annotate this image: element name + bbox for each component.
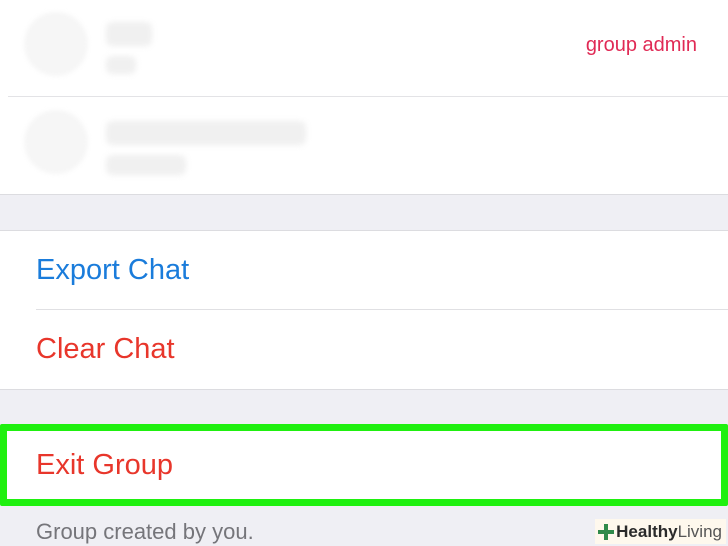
watermark-brand-bold: Healthy	[616, 522, 678, 541]
clear-chat-label: Clear Chat	[36, 333, 175, 365]
group-admin-badge: group admin	[585, 34, 697, 56]
watermark: Healthy Living	[595, 519, 726, 544]
member-avatar	[24, 12, 88, 76]
member-row[interactable]	[0, 97, 728, 194]
member-status-blurred	[106, 155, 186, 175]
watermark-brand-light: Living	[677, 522, 722, 541]
chat-actions-group: Export Chat Clear Chat	[0, 230, 728, 390]
members-list: group admin	[0, 0, 728, 195]
exit-group-label: Exit Group	[36, 449, 173, 481]
member-name-blurred	[106, 121, 306, 145]
member-status-blurred	[106, 56, 136, 74]
member-name-blurred	[106, 22, 152, 46]
group-created-note: Group created by you.	[36, 519, 254, 544]
export-chat-button[interactable]: Export Chat	[0, 231, 728, 309]
clear-chat-button[interactable]: Clear Chat	[0, 310, 728, 388]
plus-cross-icon	[598, 523, 615, 540]
exit-group-button[interactable]: Exit Group	[7, 431, 721, 499]
member-row-admin[interactable]: group admin	[0, 0, 728, 96]
export-chat-label: Export Chat	[36, 254, 190, 286]
member-avatar	[24, 110, 88, 174]
